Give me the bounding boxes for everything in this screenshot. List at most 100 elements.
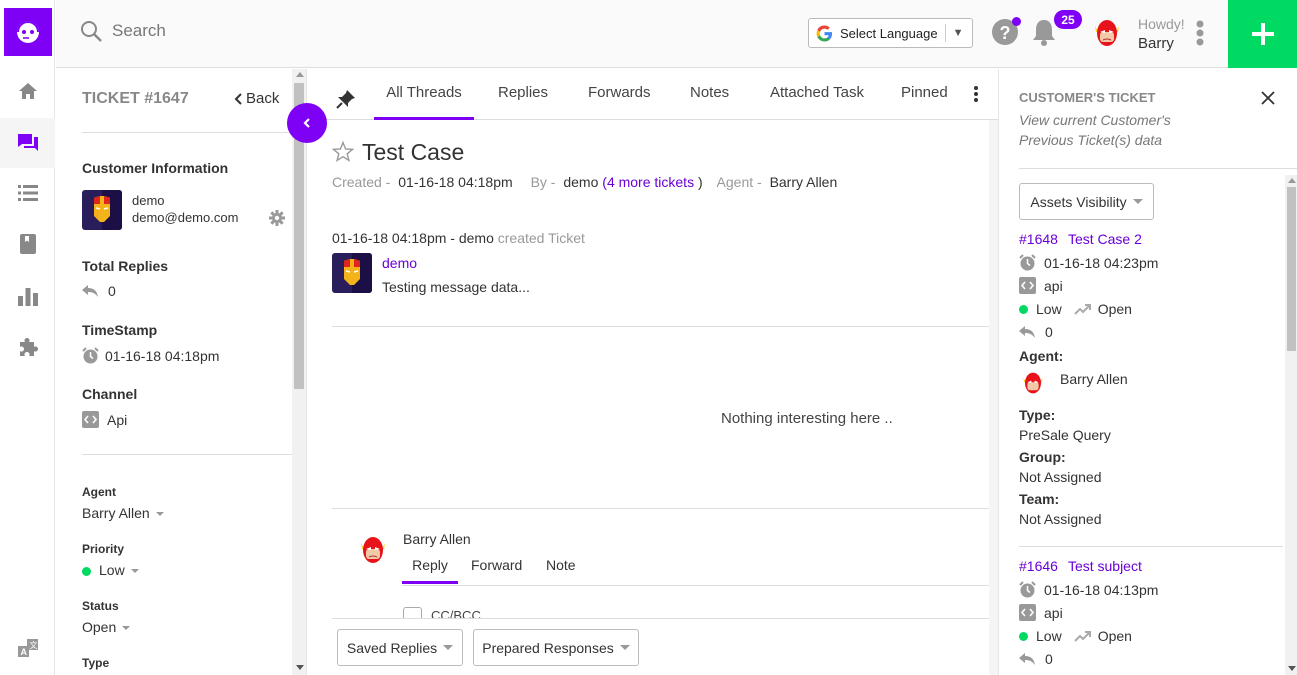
add-new-button[interactable] [1228,0,1297,68]
support-agent-logo-icon [17,21,39,43]
back-button[interactable]: Back [234,90,279,107]
divider [402,585,998,586]
tab-replies[interactable]: Replies [498,84,548,120]
ticket-timestamp: 01-16-18 04:23pm [1019,254,1158,271]
channel-label: Channel [82,386,138,402]
team-label: Team: [1019,491,1060,507]
panel-title: CUSTOMER'S TICKET [1019,90,1156,105]
sidebar-item-tickets[interactable] [0,118,55,168]
customer-settings-button[interactable] [269,210,285,231]
thread-author-link[interactable]: demo [382,255,417,271]
gear-icon [269,210,285,226]
sidebar-item-translate[interactable]: A文 [0,624,55,674]
divider [1019,546,1283,547]
ticket-replies-value: 0 [1045,651,1053,667]
ticket-priority: Low [1036,628,1062,644]
ticket-subject[interactable]: Test Case 2 [1068,231,1142,247]
close-icon [1261,91,1275,105]
language-select[interactable]: Select Language ▼ [808,18,973,48]
star-button[interactable] [331,140,355,168]
agent-value: Barry Allen [82,505,150,521]
created-label: Created - [332,174,391,190]
tab-all-threads[interactable]: All Threads [374,84,474,120]
sidebar-item-knowledgebase[interactable] [0,219,55,269]
more-tickets-link[interactable]: 4 more tickets [607,174,694,190]
agent-avatar [1021,371,1045,400]
created-value: 01-16-18 04:18pm [398,174,513,190]
reply-tab-reply[interactable]: Reply [402,557,458,584]
agent-label: Agent [82,485,116,499]
scroll-up-arrow-icon[interactable] [296,72,304,77]
group-label: Group: [1019,449,1066,465]
type-value: PreSale Query [1019,427,1111,443]
reply-agent-name: Barry Allen [403,531,471,547]
reply-tab-note[interactable]: Note [546,557,576,573]
flash-avatar-icon [1023,372,1043,394]
ticket-channel-value: api [1044,604,1063,621]
ticket-link[interactable]: #1648 Test Case 2 [1019,231,1142,247]
priority-select[interactable]: Low [82,562,139,578]
collapse-panel-button[interactable] [287,103,327,143]
plus-icon [1251,23,1274,45]
apps-icon [19,338,38,356]
customer-avatar[interactable] [82,190,122,230]
reply-tab-forward[interactable]: Forward [471,557,522,573]
agent-select[interactable]: Barry Allen [82,505,164,521]
ticket-id[interactable]: #1648 [1019,231,1058,247]
sidebar-item-reports[interactable] [0,271,55,321]
status-select[interactable]: Open [82,619,131,635]
ticket-timestamp-value: 01-16-18 04:13pm [1044,581,1159,598]
divider [944,24,946,42]
app-logo[interactable] [4,8,52,56]
tab-notes[interactable]: Notes [690,84,729,120]
ticket-subject[interactable]: Test subject [1068,558,1142,574]
paren-close: ) [697,174,703,190]
notifications-button[interactable] [1032,18,1056,51]
prepared-responses-button[interactable]: Prepared Responses [473,629,639,666]
ticket-id[interactable]: #1646 [1019,558,1058,574]
knowledgebase-icon [19,234,36,254]
more-vertical-icon [1196,20,1204,46]
ticket-link[interactable]: #1646 Test subject [1019,558,1142,574]
user-menu-button[interactable] [1196,20,1204,51]
sidebar-item-apps[interactable] [0,322,55,372]
user-greeting: Howdy! Barry [1138,15,1185,53]
saved-replies-button[interactable]: Saved Replies [337,629,463,666]
customer-tickets-panel: CUSTOMER'S TICKET View current Customer'… [998,69,1297,675]
ticket-thread-area: All Threads Replies Forwards Notes Attac… [308,69,998,675]
scroll-down-arrow-icon[interactable] [296,665,304,670]
close-panel-button[interactable] [1261,91,1275,110]
thread-scrollbar[interactable] [989,120,998,675]
status-value: Open [82,619,117,635]
caret-down-icon [122,626,131,631]
divider [82,132,292,133]
svg-text:文: 文 [29,640,37,650]
search-input[interactable]: Search [112,21,166,41]
ticket-number-title: TICKET #1647 [82,90,189,107]
caret-down-icon [619,645,630,650]
right-panel-scroll-thumb[interactable] [1287,187,1296,351]
scroll-down-arrow-icon[interactable] [1288,666,1296,671]
divider [1019,168,1297,169]
assets-visibility-dropdown[interactable]: Assets Visibility [1019,183,1154,220]
reply-agent-avatar [358,535,388,570]
pin-button[interactable] [336,89,356,114]
chevron-left-icon [303,118,310,128]
ticket-channel: api [1019,604,1063,621]
thread-header: 01-16-18 04:18pm - demo created Ticket [332,230,585,246]
user-avatar[interactable] [1092,18,1122,53]
search-bar[interactable]: Search [80,20,166,42]
status-label: Status [82,599,119,613]
sidebar-item-list[interactable] [0,168,55,218]
help-button[interactable]: ? [992,17,1021,50]
reply-icon [1019,326,1035,338]
tab-attached-task[interactable]: Attached Task [770,84,864,120]
tab-pinned[interactable]: Pinned [901,84,948,120]
assets-visibility-label: Assets Visibility [1030,193,1127,210]
sidebar-item-home[interactable] [0,66,55,116]
priority-dot-icon [1019,631,1028,641]
tab-forwards[interactable]: Forwards [588,84,651,120]
customer-info-label: Customer Information [82,160,229,176]
scroll-up-arrow-icon[interactable] [1288,178,1296,183]
tabs-more-button[interactable] [973,85,979,108]
